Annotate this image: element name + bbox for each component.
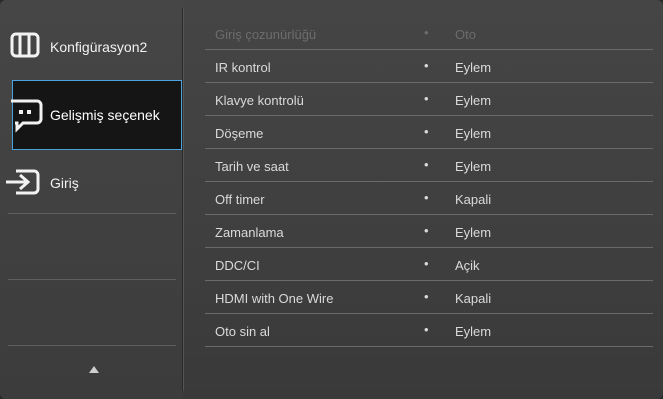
input-arrow-icon	[0, 162, 44, 205]
sidebar-item-label: Gelişmiş seçenek	[50, 107, 160, 123]
setting-name: DDC/CI	[215, 258, 260, 273]
row-divider	[205, 49, 653, 50]
setting-value: Açik	[455, 258, 480, 273]
row-divider	[205, 313, 653, 314]
setting-value: Oto	[455, 27, 476, 42]
sidebar-item-label: Giriş	[50, 175, 79, 191]
setting-value: Kapali	[455, 291, 492, 306]
osd-menu: Konfigürasyon2 Gelişmiş seçenek Giriş Gi…	[0, 0, 663, 399]
up-arrow-icon[interactable]	[89, 366, 99, 373]
setting-name: Zamanlama	[215, 225, 284, 240]
sidebar-divider	[8, 213, 176, 214]
sidebar-divider	[8, 345, 176, 346]
bullet-dot: •	[424, 256, 429, 271]
setting-name: Giriş çozunürlüğü	[215, 27, 317, 42]
sidebar-divider	[8, 279, 176, 280]
setting-name: Tarih ve saat	[215, 159, 289, 174]
row-divider	[205, 181, 653, 182]
row-divider	[205, 214, 653, 215]
setting-name: IR kontrol	[215, 60, 271, 75]
bullet-dot: •	[424, 58, 429, 73]
setting-row-zamanlama[interactable]: Zamanlama • Eylem	[215, 216, 655, 248]
setting-row-oto-sin-al[interactable]: Oto sin al • Eylem	[215, 315, 655, 347]
setting-row-tarih-ve-saat[interactable]: Tarih ve saat • Eylem	[215, 150, 655, 182]
row-divider	[205, 280, 653, 281]
setting-name: Oto sin al	[215, 324, 270, 339]
setting-value: Eylem	[455, 60, 492, 75]
bullet-dot: •	[424, 322, 429, 337]
setting-value: Kapali	[455, 192, 492, 207]
sidebar: Konfigürasyon2 Gelişmiş seçenek Giriş	[0, 0, 183, 399]
bullet-dot: •	[424, 25, 429, 40]
setting-row-off-timer[interactable]: Off timer • Kapali	[215, 183, 655, 215]
setting-value: Eylem	[455, 225, 492, 240]
setting-name: Klavye kontrolü	[215, 93, 304, 108]
row-divider	[205, 247, 653, 248]
row-divider	[205, 115, 653, 116]
table-icon	[0, 26, 44, 69]
row-divider	[205, 346, 653, 347]
setting-value: Eylem	[455, 93, 492, 108]
bullet-dot: •	[424, 223, 429, 238]
setting-row-ir-kontrol[interactable]: IR kontrol • Eylem	[215, 51, 655, 83]
setting-value: Eylem	[455, 159, 492, 174]
panel-divider	[182, 8, 183, 391]
setting-row-giris-cozunurlugu: Giriş çozunürlüğü • Oto	[215, 18, 655, 50]
sidebar-item-giris[interactable]: Giriş	[0, 150, 183, 216]
setting-name: Döşeme	[215, 126, 264, 141]
bullet-dot: •	[424, 289, 429, 304]
sidebar-item-label: Konfigürasyon2	[50, 39, 148, 55]
sidebar-item-konfigurasyon2[interactable]: Konfigürasyon2	[0, 14, 183, 80]
bullet-dot: •	[424, 157, 429, 172]
setting-value: Eylem	[455, 324, 492, 339]
setting-row-klavye-kontrolu[interactable]: Klavye kontrolü • Eylem	[215, 84, 655, 116]
setting-row-ddc-ci[interactable]: DDC/CI • Açik	[215, 249, 655, 281]
chat-dots-icon	[0, 92, 45, 139]
setting-name: HDMI with One Wire	[215, 291, 334, 306]
bullet-dot: •	[424, 91, 429, 106]
row-divider	[205, 82, 653, 83]
bullet-dot: •	[424, 190, 429, 205]
setting-name: Off timer	[215, 192, 265, 207]
setting-row-doseme[interactable]: Döşeme • Eylem	[215, 117, 655, 149]
sidebar-item-gelismis-secenek[interactable]: Gelişmiş seçenek	[11, 80, 182, 150]
row-divider	[205, 148, 653, 149]
setting-row-hdmi-with-one-wire[interactable]: HDMI with One Wire • Kapali	[215, 282, 655, 314]
bullet-dot: •	[424, 124, 429, 139]
setting-value: Eylem	[455, 126, 492, 141]
